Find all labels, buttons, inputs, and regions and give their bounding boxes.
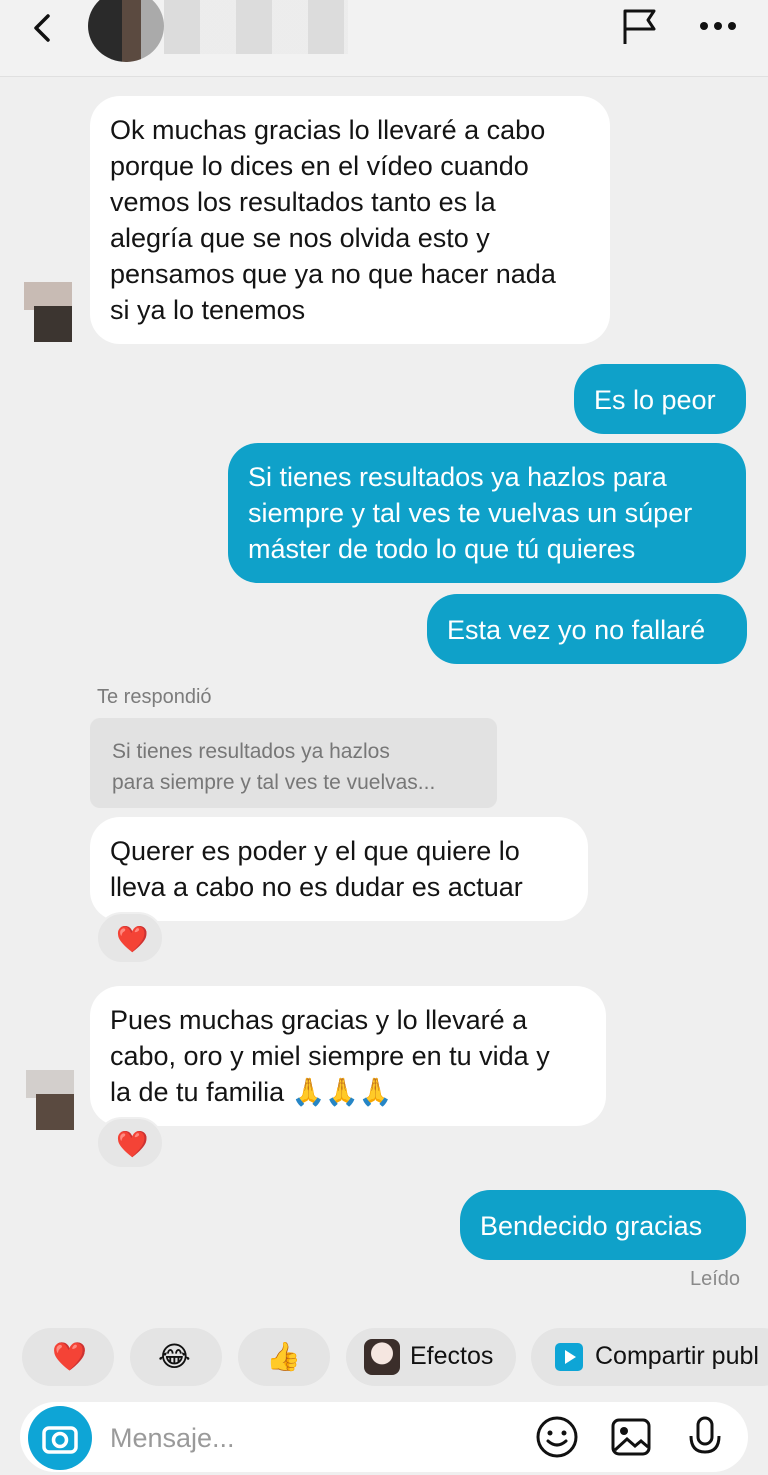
microphone-icon — [689, 1416, 721, 1454]
back-button[interactable] — [24, 8, 64, 48]
sender-avatar — [26, 1070, 74, 1134]
sender-avatar — [24, 282, 72, 346]
quick-reaction-thumbs-up[interactable]: 👍 — [238, 1328, 330, 1386]
message-input[interactable] — [110, 1418, 490, 1458]
reply-quote[interactable]: Si tienes resultados ya hazlos para siem… — [90, 718, 497, 808]
quick-reaction-laugh[interactable]: 😂 — [130, 1328, 222, 1386]
thumbs-up-icon: 👍 — [266, 1341, 301, 1372]
message-text: Bendecido gracias — [480, 1211, 703, 1241]
reply-label: Te respondió — [97, 686, 212, 708]
message-text: Pues muchas gracias y lo llevaré a cabo,… — [110, 1005, 550, 1107]
message-text: Querer es poder y el que quiere lo lleva… — [110, 836, 523, 902]
gallery-button[interactable] — [608, 1414, 654, 1460]
message-incoming[interactable]: Pues muchas gracias y lo llevaré a cabo,… — [90, 986, 606, 1126]
effects-thumbnail-icon — [364, 1339, 400, 1375]
more-options-button[interactable] — [697, 10, 739, 42]
quick-reaction-heart[interactable]: ❤️ — [22, 1328, 114, 1386]
chevron-left-icon — [34, 14, 50, 42]
voice-button[interactable] — [682, 1414, 728, 1460]
message-outgoing[interactable]: Si tienes resultados ya hazlos para siem… — [228, 443, 746, 583]
message-outgoing[interactable]: Es lo peor — [574, 364, 746, 434]
camera-icon — [42, 1426, 78, 1454]
read-status: Leído — [690, 1268, 741, 1290]
laughing-face-icon: 😂 — [158, 1341, 191, 1372]
share-post-label: Compartir publ — [595, 1342, 759, 1370]
message-text: Esta vez yo no fallaré — [447, 615, 706, 645]
image-icon — [611, 1418, 651, 1456]
message-incoming[interactable]: Ok muchas gracias lo llevaré a cabo porq… — [90, 96, 610, 344]
effects-chip[interactable]: Efectos — [346, 1328, 516, 1386]
flag-icon — [623, 9, 656, 44]
heart-icon: ❤️ — [116, 924, 149, 954]
message-outgoing[interactable]: Bendecido gracias — [460, 1190, 746, 1260]
message-text: Ok muchas gracias lo llevaré a cabo porq… — [110, 115, 556, 325]
reaction-badge[interactable]: ❤️ — [96, 1117, 164, 1169]
sticker-button[interactable] — [534, 1414, 580, 1460]
message-incoming[interactable]: Querer es poder y el que quiere lo lleva… — [90, 817, 588, 921]
camera-button[interactable] — [28, 1406, 92, 1470]
report-button[interactable] — [620, 6, 660, 46]
heart-icon: ❤️ — [116, 1129, 149, 1159]
share-post-chip[interactable]: Compartir publ — [531, 1328, 768, 1386]
reply-quote-text: Si tienes resultados ya hazlos para siem… — [112, 740, 436, 794]
play-icon — [555, 1343, 583, 1371]
reaction-badge[interactable]: ❤️ — [96, 912, 164, 964]
message-text: Es lo peor — [594, 385, 716, 415]
message-text: Si tienes resultados ya hazlos para siem… — [248, 462, 693, 564]
more-horizontal-icon — [700, 22, 736, 30]
effects-label: Efectos — [410, 1342, 494, 1370]
message-outgoing[interactable]: Esta vez yo no fallaré — [427, 594, 747, 664]
heart-icon: ❤️ — [52, 1341, 87, 1372]
sticker-icon — [536, 1416, 578, 1458]
contact-name-blurred[interactable] — [164, 0, 348, 54]
